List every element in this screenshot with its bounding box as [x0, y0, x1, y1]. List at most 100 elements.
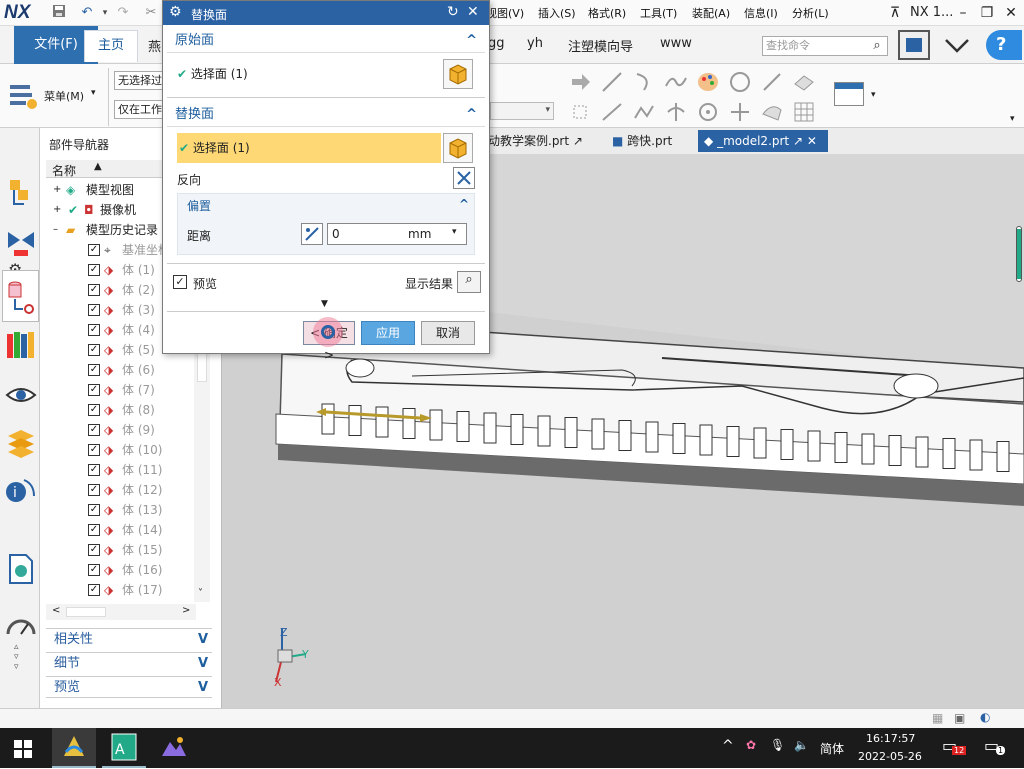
constraint-navigator-icon[interactable]: [4, 226, 38, 260]
tab-yan[interactable]: 燕: [148, 36, 161, 55]
part-navigator-tab[interactable]: [2, 270, 39, 322]
save-icon[interactable]: [50, 4, 68, 22]
visibility-checkbox[interactable]: ✓: [88, 524, 100, 536]
visibility-checkbox[interactable]: ✓: [88, 584, 100, 596]
restore-button[interactable]: ❐: [976, 3, 998, 23]
scroll-left-icon[interactable]: <: [52, 605, 60, 616]
polyline-icon[interactable]: [632, 100, 656, 124]
visibility-checkbox[interactable]: ✓: [88, 504, 100, 516]
visibility-checkbox[interactable]: ✓: [88, 364, 100, 376]
view-window-icon[interactable]: [834, 82, 864, 106]
selection-filter-dropdown[interactable]: 无选择过: [114, 71, 164, 90]
show-result-button[interactable]: ⌕: [457, 271, 481, 293]
close-window-button[interactable]: ✕: [1000, 3, 1022, 23]
spline-icon[interactable]: [664, 70, 688, 94]
edit-line-icon[interactable]: [760, 70, 784, 94]
point-icon[interactable]: [696, 100, 720, 124]
clock-time[interactable]: 16:17:57: [866, 732, 915, 745]
doc-tab-active[interactable]: ◆ _model2.prt ↗ ✕: [698, 130, 828, 152]
distance-unit-select[interactable]: mm: [408, 227, 431, 241]
original-face-selection[interactable]: ✔ 选择面 (1): [177, 65, 457, 85]
arc-icon[interactable]: [632, 70, 656, 94]
tab-gg[interactable]: gg: [488, 36, 505, 51]
expand-more-icon[interactable]: ▼: [321, 299, 328, 309]
visibility-checkbox[interactable]: ✓: [88, 384, 100, 396]
info-icon[interactable]: i: [4, 474, 38, 508]
menu-info[interactable]: 信息(I): [744, 5, 778, 21]
cancel-button[interactable]: 取消: [421, 321, 475, 345]
viewport-scroll-indicator[interactable]: [1016, 226, 1022, 282]
apply-button[interactable]: 应用: [361, 321, 415, 345]
tab-www[interactable]: www: [660, 36, 692, 51]
reverse-direction-button[interactable]: [453, 167, 475, 189]
navigator-horizontal-scrollbar[interactable]: < >: [46, 604, 196, 620]
section-dependencies[interactable]: 相关性 V: [46, 628, 212, 650]
tray-app-icon[interactable]: ✿: [746, 738, 756, 752]
section-original-face[interactable]: 原始面 ^: [167, 29, 485, 53]
face-icon[interactable]: [760, 100, 784, 124]
section-replacement-face[interactable]: 替换面 ^: [167, 103, 485, 127]
section-details[interactable]: 细节 V: [46, 652, 212, 674]
measure-distance-button[interactable]: [301, 223, 323, 245]
close-icon[interactable]: ✕: [467, 4, 479, 20]
replacement-face-selection[interactable]: ✔ 选择面 (1): [177, 133, 441, 163]
visibility-checkbox[interactable]: ✓: [88, 284, 100, 296]
taskbar-app-nx[interactable]: [52, 728, 96, 768]
visibility-checkbox[interactable]: ✓: [88, 404, 100, 416]
search-icon[interactable]: ⌕: [868, 37, 886, 55]
assembly-navigator-icon[interactable]: [4, 176, 38, 210]
scroll-down-icon[interactable]: ˅: [198, 588, 203, 599]
taskbar-app-3[interactable]: [152, 728, 196, 768]
visibility-checkbox[interactable]: ✓: [88, 304, 100, 316]
ribbon-dropdown[interactable]: ▾: [490, 102, 554, 120]
curve-icon[interactable]: [600, 100, 624, 124]
offset-section-label[interactable]: 偏置: [187, 197, 211, 214]
windows-start-icon[interactable]: [14, 740, 32, 758]
tray-chevron-up-icon[interactable]: ^: [722, 738, 734, 754]
expand-icon[interactable]: +: [53, 180, 61, 200]
gear-icon[interactable]: ⚙: [169, 4, 182, 20]
collapse-icon[interactable]: –: [53, 220, 58, 240]
select-face-button-2[interactable]: [443, 133, 473, 163]
visibility-checkbox[interactable]: ✓: [88, 424, 100, 436]
chevron-down-icon[interactable]: ▾: [871, 90, 876, 100]
close-icon[interactable]: ✕: [807, 134, 817, 148]
chevron-up-icon[interactable]: ^: [459, 197, 469, 211]
arrow-right-icon[interactable]: [568, 70, 592, 94]
selection-icon[interactable]: ▦: [932, 711, 943, 725]
tab-yh[interactable]: yh: [527, 36, 543, 51]
visibility-checkbox[interactable]: ✓: [88, 344, 100, 356]
volume-icon[interactable]: 🔈: [794, 738, 809, 752]
visibility-checkbox[interactable]: ✓: [88, 244, 100, 256]
menu-assembly[interactable]: 装配(A): [692, 5, 730, 21]
menu-analysis[interactable]: 分析(L): [792, 5, 829, 21]
visibility-checkbox[interactable]: ✓: [88, 484, 100, 496]
scrollbar-thumb[interactable]: [66, 607, 106, 617]
section-preview[interactable]: 预览 V: [46, 676, 212, 698]
notification-app-icon[interactable]: ▭ 12: [942, 736, 967, 758]
expand-icon[interactable]: +: [53, 200, 61, 220]
menu-format[interactable]: 格式(R): [588, 5, 626, 21]
distance-input[interactable]: 0 mm ▾: [327, 223, 467, 245]
reset-icon[interactable]: ↻: [447, 4, 459, 20]
taskbar-app-2[interactable]: A: [102, 728, 146, 768]
action-center-icon[interactable]: ▭ 1: [984, 736, 1008, 758]
ribbon-collapse-icon[interactable]: ▾: [1010, 114, 1015, 124]
line-icon[interactable]: [600, 70, 624, 94]
render-mode-icon[interactable]: ◐: [980, 710, 990, 724]
fit-icon[interactable]: ▣: [954, 711, 965, 725]
doc-tab-2[interactable]: ■ 跨快.prt: [612, 130, 672, 152]
visibility-checkbox[interactable]: ✓: [88, 464, 100, 476]
rail-scroll-arrows[interactable]: ▵ ▿ ▿: [14, 642, 19, 672]
redo-icon[interactable]: ↷: [114, 4, 132, 22]
roles-gauge-icon[interactable]: [4, 610, 38, 644]
minimize-button[interactable]: –: [952, 3, 974, 23]
surface-icon[interactable]: [792, 70, 816, 94]
undo-dropdown-icon[interactable]: ▾: [96, 4, 114, 22]
visibility-checkbox[interactable]: ✓: [88, 544, 100, 556]
visibility-checkbox[interactable]: ✓: [88, 264, 100, 276]
select-face-button[interactable]: [443, 59, 473, 89]
fullscreen-icon[interactable]: [898, 30, 930, 60]
tab-home[interactable]: 主页: [84, 30, 138, 62]
visibility-checkbox[interactable]: ✓: [88, 564, 100, 576]
